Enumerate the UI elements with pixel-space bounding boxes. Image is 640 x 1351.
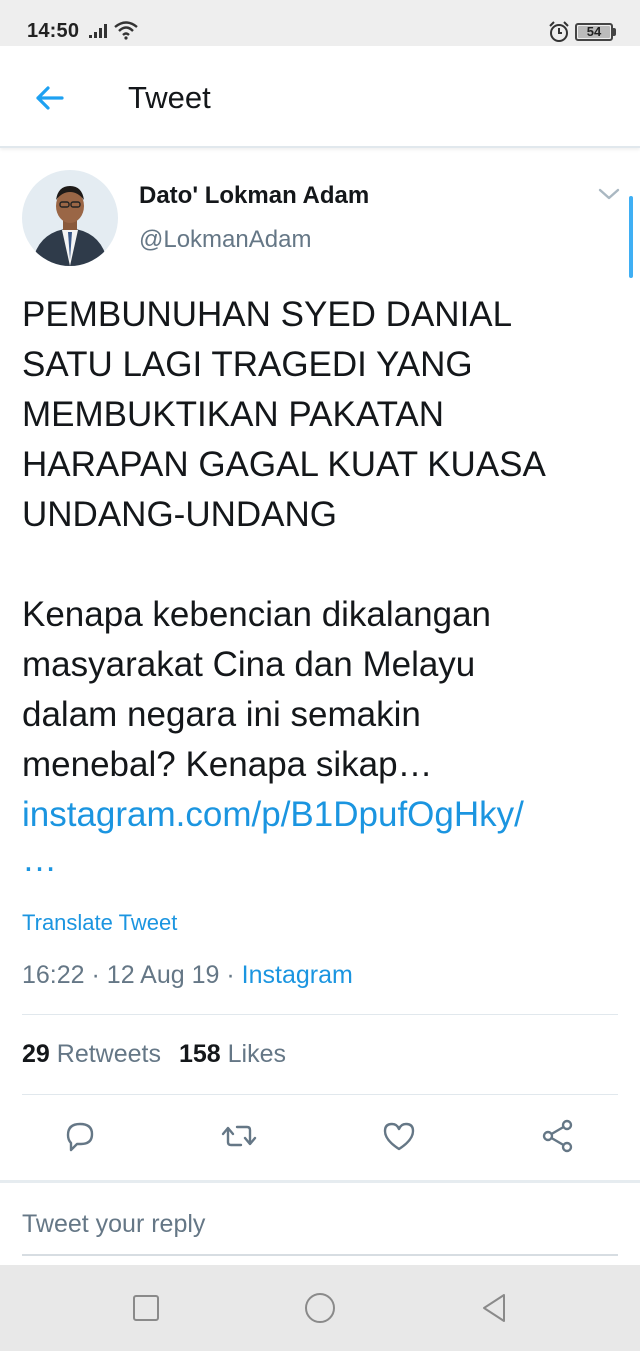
tweet-line: MEMBUKTIKAN PAKATAN [22, 395, 444, 434]
divider [22, 1014, 618, 1015]
retweet-icon [221, 1125, 257, 1147]
tweet-line: masyarakat Cina dan Melayu [22, 645, 476, 684]
divider [22, 1094, 618, 1095]
status-time: 14:50 [27, 20, 80, 42]
avatar-image [22, 170, 118, 266]
reply-input-underline [22, 1254, 618, 1256]
battery-nub [613, 28, 616, 36]
translate-tweet-link[interactable]: Translate Tweet [22, 910, 177, 936]
scroll-indicator [629, 196, 633, 278]
reply-button[interactable] [60, 1116, 100, 1156]
battery-icon: 54 [575, 23, 613, 41]
tweet-line: HARAPAN GAGAL KUAT KUASA [22, 445, 546, 484]
tweet-source-link[interactable]: Instagram [242, 961, 353, 989]
meta-separator: · [91, 961, 100, 989]
tweet-link-ellipsis[interactable]: … [22, 840, 622, 880]
recent-apps-button[interactable] [126, 1288, 166, 1328]
tweet-text: PEMBUNUHAN SYED DANIAL SATU LAGI TRAGEDI… [22, 290, 622, 880]
alarm-icon [549, 21, 569, 42]
reply-input[interactable]: Tweet your reply [22, 1210, 205, 1239]
page-title: Tweet [128, 80, 211, 115]
author-name[interactable]: Dato' Lokman Adam [139, 182, 369, 210]
status-bar: 14:50 54 [0, 0, 640, 46]
home-button[interactable] [300, 1288, 340, 1328]
tweet-link[interactable]: instagram.com/p/B1DpufOgHky/ [22, 790, 622, 840]
back-icon [483, 1294, 505, 1322]
tweet-line: menebal? Kenapa sikap… [22, 745, 433, 784]
home-icon [305, 1293, 335, 1323]
like-button[interactable] [379, 1116, 419, 1156]
retweets-stat[interactable]: 29 Retweets [22, 1040, 161, 1068]
tweet-stats: 29 Retweets 158 Likes [22, 1040, 286, 1069]
tweet-meta: 16:22 · 12 Aug 19 · Instagram [22, 961, 353, 990]
reply-separator [0, 1180, 640, 1183]
likes-stat[interactable]: 158 Likes [179, 1040, 286, 1068]
system-back-button[interactable] [474, 1288, 514, 1328]
app-bar: Tweet [0, 46, 640, 148]
tweet-time: 16:22 [22, 961, 85, 989]
chevron-down-icon [598, 188, 620, 200]
recent-apps-icon [133, 1295, 159, 1321]
share-icon [542, 1119, 573, 1153]
tweet-line: SATU LAGI TRAGEDI YANG [22, 345, 473, 384]
likes-count: 158 [178, 1040, 221, 1068]
retweets-label: Retweets [56, 1040, 161, 1068]
more-options-button[interactable] [596, 184, 622, 204]
wifi-icon [114, 21, 138, 40]
signal-icon [89, 24, 107, 38]
retweets-count: 29 [22, 1040, 50, 1068]
tweet-date: 12 Aug 19 [106, 961, 220, 989]
share-button[interactable] [538, 1116, 578, 1156]
battery-level: 54 [586, 24, 602, 39]
reply-icon [66, 1122, 94, 1152]
avatar[interactable] [22, 170, 118, 266]
tweet-line: dalam negara ini semakin [22, 695, 421, 734]
tweet-line: PEMBUNUHAN SYED DANIAL [22, 295, 513, 334]
arrow-left-icon [36, 86, 64, 110]
tweet-line: UNDANG-UNDANG [22, 495, 337, 534]
tweet-line [22, 540, 622, 590]
retweet-button[interactable] [219, 1116, 259, 1156]
tweet-line: Kenapa kebencian dikalangan [22, 595, 491, 634]
meta-separator: · [226, 961, 235, 989]
back-button[interactable] [28, 76, 72, 120]
likes-label: Likes [227, 1040, 287, 1068]
author-handle[interactable]: @LokmanAdam [139, 226, 311, 254]
like-icon [383, 1122, 415, 1151]
